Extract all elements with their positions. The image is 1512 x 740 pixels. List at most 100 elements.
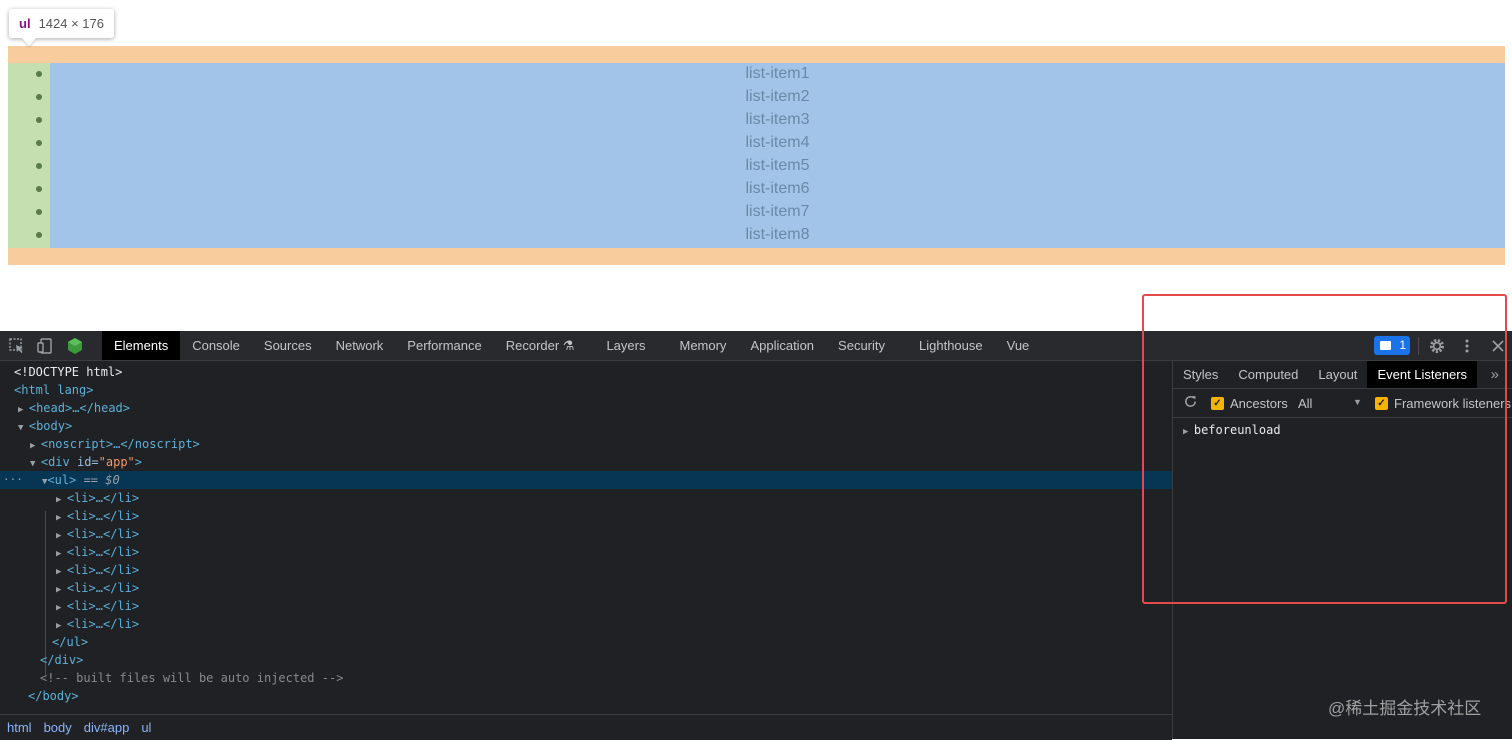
device-toolbar-icon[interactable] xyxy=(36,337,54,355)
list-item-text: list-item3 xyxy=(745,111,810,128)
html-comment: <!-- built files will be auto injected -… xyxy=(40,671,344,685)
more-tabs-chevron-icon[interactable]: » xyxy=(1491,361,1499,388)
tree-node-li[interactable]: ▶ <li>…</li> xyxy=(0,579,1172,597)
framework-listeners-label: Framework listeners xyxy=(1394,396,1512,411)
expand-triangle-icon[interactable]: ▶ xyxy=(56,621,67,631)
ancestors-label: Ancestors xyxy=(1230,396,1288,411)
tab-computed[interactable]: Computed xyxy=(1228,361,1308,388)
list-item: list-item2 xyxy=(8,86,1505,109)
noscript-tag: <noscript>…</noscript> xyxy=(40,437,200,451)
breadcrumb: html body div#app ul xyxy=(0,714,1172,740)
expand-triangle-icon[interactable]: ▶ xyxy=(56,603,67,613)
element-tooltip: ul 1424 × 176 xyxy=(9,9,114,38)
li-tag: <li>…</li> xyxy=(66,527,140,541)
tree-node-body[interactable]: ▼ <body> xyxy=(0,417,1172,435)
expand-triangle-icon[interactable]: ▶ xyxy=(18,405,29,415)
li-tag: <li>…</li> xyxy=(66,599,140,613)
list-item-text: list-item8 xyxy=(745,226,810,243)
event-listener-item[interactable]: ▶ beforeunload xyxy=(1183,423,1281,437)
tab-performance[interactable]: Performance xyxy=(395,331,493,360)
ul-close-tag: </ul> xyxy=(52,635,89,649)
expand-triangle-icon[interactable]: ▶ xyxy=(30,441,41,451)
bullet-icon xyxy=(36,209,42,215)
list-item-text: list-item7 xyxy=(745,203,810,220)
breadcrumb-html[interactable]: html xyxy=(7,720,32,735)
bullet-icon xyxy=(36,71,42,77)
tab-recorder[interactable]: Recorder ⚗ xyxy=(494,331,595,360)
expand-triangle-icon[interactable]: ▶ xyxy=(56,531,67,541)
tree-node-li[interactable]: ▶ <li>…</li> xyxy=(0,525,1172,543)
issues-count: 1 xyxy=(1399,338,1406,352)
breadcrumb-div-app[interactable]: div#app xyxy=(84,720,130,735)
node-actions-ellipsis-icon[interactable]: ··· xyxy=(3,471,23,489)
watermark: @稀土掘金技术社区 xyxy=(1328,699,1482,718)
expand-triangle-icon[interactable]: ▶ xyxy=(56,495,67,505)
settings-gear-icon[interactable] xyxy=(1428,337,1446,355)
tree-node-li[interactable]: ▶ <li>…</li> xyxy=(0,597,1172,615)
tab-vue[interactable]: Vue xyxy=(995,331,1042,360)
tree-node-noscript[interactable]: ▶ <noscript>…</noscript> xyxy=(0,435,1172,453)
tree-node-doctype[interactable]: <!DOCTYPE html> xyxy=(0,363,1172,381)
framework-listeners-checkbox[interactable]: ✓ xyxy=(1375,397,1388,410)
tab-application[interactable]: Application xyxy=(738,331,826,360)
breadcrumb-body[interactable]: body xyxy=(44,720,72,735)
li-tag: <li>…</li> xyxy=(66,617,140,631)
tree-node-div-close[interactable]: </div> xyxy=(0,651,1172,669)
list-item-text: list-item1 xyxy=(745,65,810,82)
devtools-toolbar: Elements Console Sources Network Perform… xyxy=(0,331,1512,361)
tree-node-head[interactable]: ▶ <head>…</head> xyxy=(0,399,1172,417)
bullet-icon xyxy=(36,163,42,169)
body-close-tag: </body> xyxy=(28,689,79,703)
inspect-element-icon[interactable] xyxy=(8,337,26,355)
tab-security[interactable]: Security xyxy=(826,331,907,360)
tree-node-div-app[interactable]: ▼ <div id="app"> xyxy=(0,453,1172,471)
tab-lighthouse[interactable]: Lighthouse xyxy=(907,331,995,360)
page-viewport: list-item1 list-item2 list-item3 list-it… xyxy=(0,0,1512,331)
tab-layers[interactable]: Layers xyxy=(594,331,667,360)
dropdown-arrow-icon[interactable]: ▼ xyxy=(1353,397,1362,407)
sidebar-tabs: Styles Computed Layout Event Listeners » xyxy=(1173,361,1512,389)
expand-triangle-icon[interactable]: ▶ xyxy=(56,513,67,523)
tree-node-li[interactable]: ▶ <li>…</li> xyxy=(0,615,1172,633)
bullet-icon xyxy=(36,140,42,146)
tab-memory[interactable]: Memory xyxy=(667,331,738,360)
vue-devtools-icon[interactable] xyxy=(66,337,84,355)
ancestors-checkbox[interactable]: ✓ xyxy=(1211,397,1224,410)
tree-node-html[interactable]: <html lang> xyxy=(0,381,1172,399)
tree-node-li[interactable]: ▶ <li>…</li> xyxy=(0,507,1172,525)
expand-triangle-icon[interactable]: ▶ xyxy=(56,549,67,559)
tree-node-ul-selected[interactable]: ▼<ul> == $0 xyxy=(0,471,1172,489)
breadcrumb-ul[interactable]: ul xyxy=(141,720,151,735)
close-icon[interactable] xyxy=(1489,337,1507,355)
bullet-icon xyxy=(36,94,42,100)
issues-badge[interactable]: 1 xyxy=(1374,336,1410,355)
collapse-triangle-icon[interactable]: ▼ xyxy=(18,423,29,433)
tree-node-ul-close[interactable]: </ul> xyxy=(0,633,1172,651)
expand-triangle-icon[interactable]: ▶ xyxy=(56,567,67,577)
expand-triangle-icon[interactable]: ▶ xyxy=(1183,427,1194,437)
selected-node-marker: == $0 xyxy=(83,473,120,487)
tree-node-body-close[interactable]: </body> xyxy=(0,687,1172,705)
listener-filter-select[interactable]: All xyxy=(1298,396,1312,411)
tab-event-listeners[interactable]: Event Listeners xyxy=(1367,361,1478,388)
message-icon xyxy=(1380,341,1391,350)
li-tag: <li>…</li> xyxy=(66,581,140,595)
list-item: list-item5 xyxy=(8,155,1505,178)
tree-node-li[interactable]: ▶ <li>…</li> xyxy=(0,543,1172,561)
tree-node-li[interactable]: ▶ <li>…</li> xyxy=(0,561,1172,579)
tab-network[interactable]: Network xyxy=(324,331,396,360)
tab-console[interactable]: Console xyxy=(180,331,252,360)
tooltip-dimensions: 1424 × 176 xyxy=(38,16,104,31)
refresh-icon[interactable] xyxy=(1183,394,1198,413)
tree-node-comment[interactable]: <!-- built files will be auto injected -… xyxy=(0,669,1172,687)
tab-styles[interactable]: Styles xyxy=(1173,361,1228,388)
expand-triangle-icon[interactable]: ▶ xyxy=(56,585,67,595)
tooltip-arrow-icon xyxy=(22,38,36,46)
tab-elements[interactable]: Elements xyxy=(102,331,181,360)
tab-layout[interactable]: Layout xyxy=(1308,361,1367,388)
tree-node-li[interactable]: ▶ <li>…</li> xyxy=(0,489,1172,507)
elements-tree: <!DOCTYPE html> <html lang> ▶ <head>…</h… xyxy=(0,361,1172,713)
collapse-triangle-icon[interactable]: ▼ xyxy=(30,459,41,469)
more-vertical-icon[interactable] xyxy=(1458,337,1476,355)
tab-sources[interactable]: Sources xyxy=(252,331,324,360)
